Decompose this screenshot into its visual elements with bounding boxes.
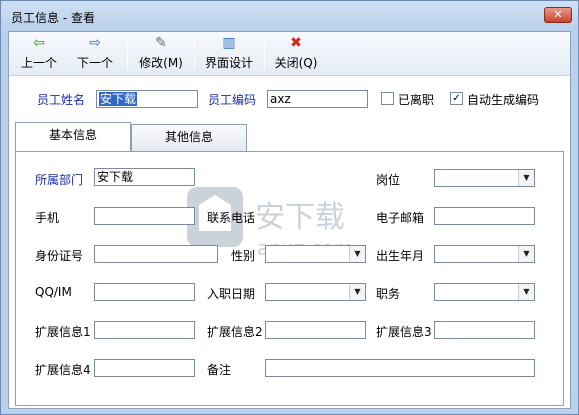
- birth-label: 出生年月: [376, 249, 425, 263]
- layout-design-button[interactable]: ▥ 界面设计: [201, 34, 257, 74]
- note-field[interactable]: [265, 359, 535, 377]
- edit-icon: ✎: [155, 35, 167, 51]
- autocode-label: 自动生成编码: [467, 93, 540, 107]
- id-label: 身份证号: [35, 249, 84, 263]
- mobile-field[interactable]: [94, 207, 195, 225]
- tab-other-info[interactable]: 其他信息: [131, 124, 247, 151]
- birth-select[interactable]: ▼: [434, 245, 535, 263]
- dept-label: 所属部门: [35, 173, 84, 187]
- prev-button[interactable]: ⇦ 上一个: [19, 34, 59, 74]
- position-label: 岗位: [376, 173, 401, 187]
- email-label: 电子邮箱: [376, 211, 425, 225]
- toolbar-separator: [264, 38, 265, 70]
- close-form-label: 关闭(Q): [274, 56, 318, 70]
- entry-date-select[interactable]: ▼: [265, 283, 366, 301]
- name-label: 员工姓名: [37, 93, 86, 107]
- layout-design-label: 界面设计: [204, 56, 253, 70]
- arrow-right-icon: ⇨: [89, 35, 101, 51]
- ext1-field[interactable]: [94, 321, 195, 339]
- edit-button-label: 修改(M): [139, 56, 183, 70]
- gender-select[interactable]: ▼: [265, 245, 366, 263]
- window-close-button[interactable]: ✕: [544, 7, 572, 23]
- id-field[interactable]: [94, 245, 218, 263]
- close-icon: ✖: [290, 35, 302, 51]
- toolbar-separator: [194, 38, 195, 70]
- watermark: 安下载 anxz.com: [185, 179, 385, 279]
- duty-label: 职务: [376, 287, 401, 301]
- qq-label: QQ/IM: [35, 285, 72, 299]
- chevron-down-icon[interactable]: ▼: [349, 246, 365, 262]
- position-select[interactable]: ▼: [434, 169, 535, 187]
- window-client: ⇦ 上一个 ⇨ 下一个 ✎ 修改(M) ▥ 界面设计 ✖ 关闭(Q) 员工姓名 …: [8, 31, 571, 409]
- gender-label: 性别: [231, 249, 256, 263]
- resigned-label: 已离职: [398, 93, 435, 107]
- ext3-field[interactable]: [434, 321, 535, 339]
- tab-basic-info[interactable]: 基本信息: [15, 122, 131, 151]
- ext4-label: 扩展信息4: [35, 363, 91, 377]
- resigned-checkbox[interactable]: [381, 92, 394, 105]
- arrow-left-icon: ⇦: [33, 35, 45, 51]
- employee-window: 员工信息 - 查看 ✕ ⇦ 上一个 ⇨ 下一个 ✎ 修改(M) ▥ 界面设计 ✖…: [0, 0, 579, 415]
- entry-date-label: 入职日期: [207, 287, 256, 301]
- ext1-label: 扩展信息1: [35, 325, 91, 339]
- ext3-label: 扩展信息3: [376, 325, 432, 339]
- prev-button-label: 上一个: [20, 56, 57, 70]
- ext2-field[interactable]: [265, 321, 366, 339]
- chevron-down-icon[interactable]: ▼: [518, 246, 534, 262]
- ext4-field[interactable]: [94, 359, 195, 377]
- duty-select[interactable]: ▼: [434, 283, 535, 301]
- chevron-down-icon[interactable]: ▼: [349, 284, 365, 300]
- layout-icon: ▥: [222, 35, 236, 51]
- email-field[interactable]: [434, 207, 535, 225]
- edit-button[interactable]: ✎ 修改(M): [136, 34, 186, 74]
- ext2-label: 扩展信息2: [207, 325, 263, 339]
- name-field[interactable]: 安下载: [96, 90, 198, 108]
- autocode-checkbox[interactable]: ✓: [450, 92, 463, 105]
- contact-phone-label: 联系电话: [207, 211, 256, 225]
- note-label: 备注: [207, 363, 232, 377]
- chevron-down-icon[interactable]: ▼: [518, 284, 534, 300]
- name-value: 安下载: [99, 92, 138, 106]
- qq-field[interactable]: [94, 283, 195, 301]
- code-field[interactable]: axz: [267, 90, 368, 108]
- watermark-text: 安下载: [255, 200, 345, 235]
- toolbar: ⇦ 上一个 ⇨ 下一个 ✎ 修改(M) ▥ 界面设计 ✖ 关闭(Q): [9, 32, 570, 76]
- window-title: 员工信息 - 查看: [11, 11, 95, 25]
- code-label: 员工编码: [208, 93, 257, 107]
- phone-label: 手机: [35, 211, 60, 225]
- chevron-down-icon[interactable]: ▼: [518, 170, 534, 186]
- title-bar[interactable]: 员工信息 - 查看 ✕: [1, 1, 578, 31]
- dept-field[interactable]: 安下载: [94, 168, 195, 186]
- next-button-label: 下一个: [76, 56, 113, 70]
- next-button[interactable]: ⇨ 下一个: [75, 34, 115, 74]
- close-form-button[interactable]: ✖ 关闭(Q): [271, 34, 321, 74]
- toolbar-separator: [127, 38, 128, 70]
